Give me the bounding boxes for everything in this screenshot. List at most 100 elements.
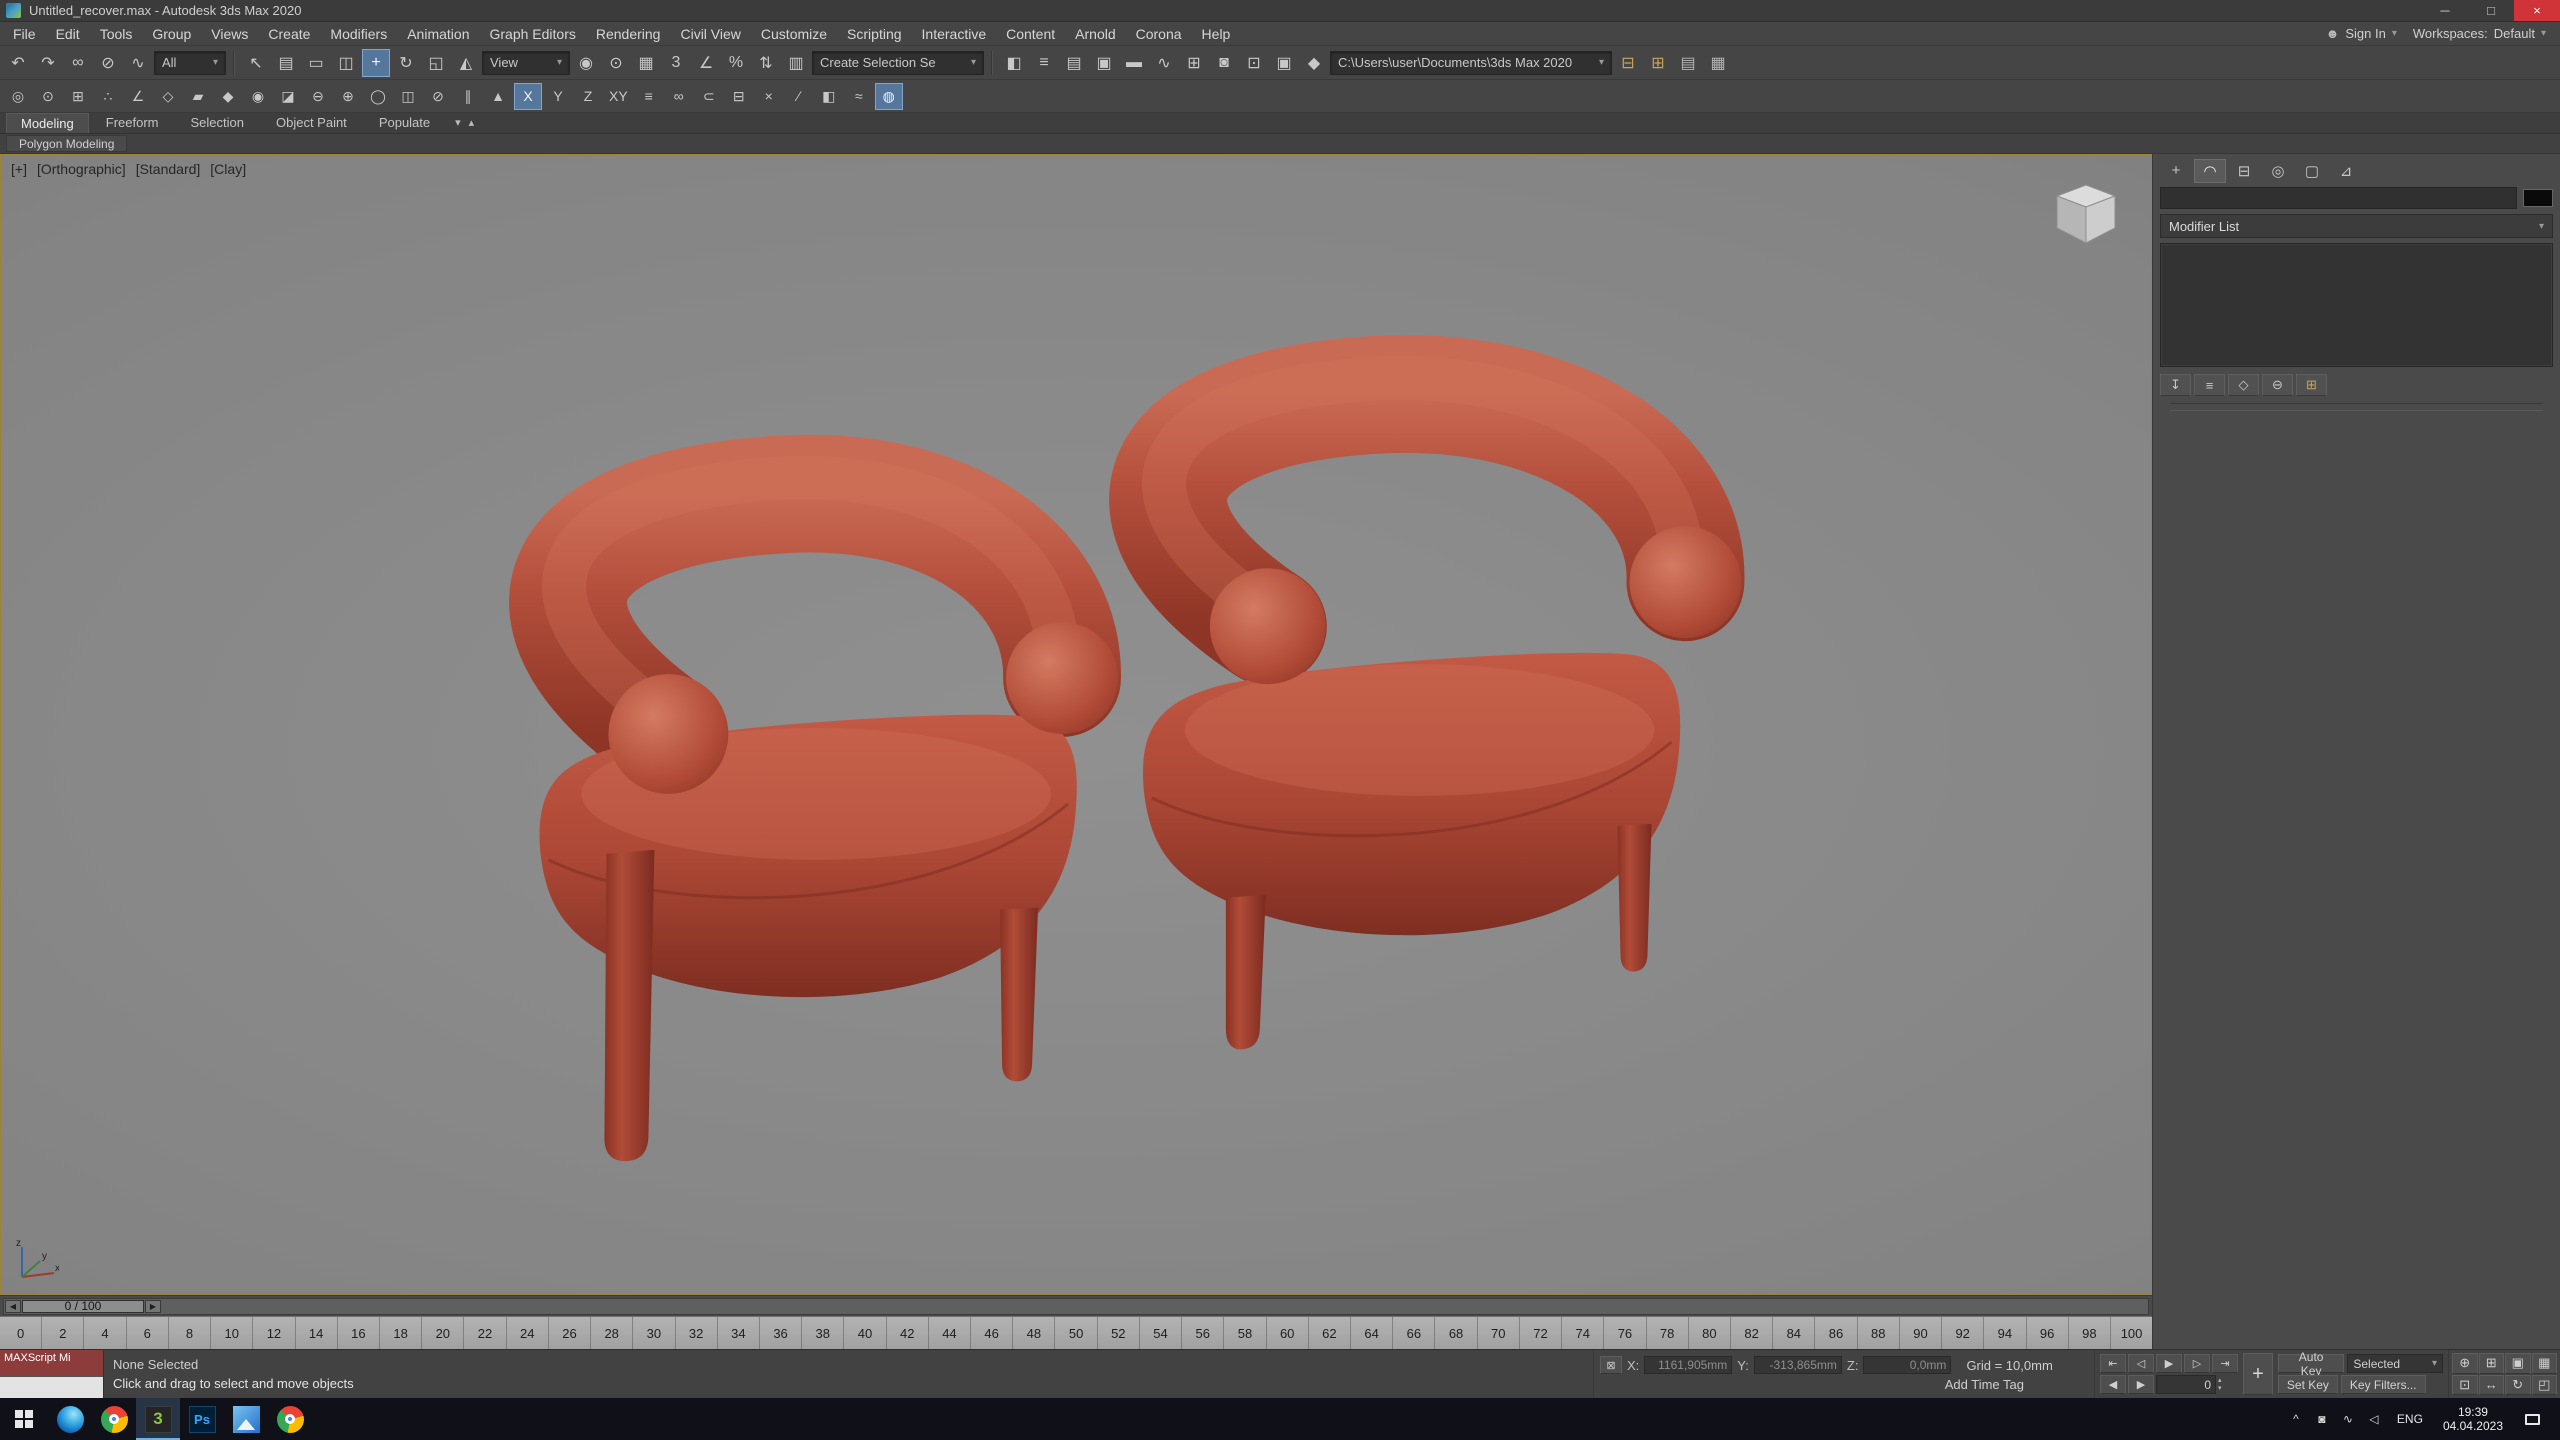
taskbar-clock[interactable]: 19:39 04.04.2023 xyxy=(2434,1405,2512,1433)
maxscript-listener-input[interactable] xyxy=(0,1375,103,1398)
time-slider-prev-arrow[interactable]: ◀ xyxy=(5,1299,21,1313)
selected-dropdown[interactable]: Selected ▾ xyxy=(2347,1354,2443,1373)
spinner-down-icon[interactable]: ▾ xyxy=(2218,1385,2222,1393)
scene-explorer-icon[interactable]: ▤ xyxy=(1060,49,1088,77)
asset-tracking-icon[interactable]: ▤ xyxy=(1674,49,1702,77)
vertex-mode-icon[interactable]: ∴ xyxy=(94,83,122,110)
select-and-link-icon[interactable]: ∞ xyxy=(64,49,92,77)
remove-modifier-icon[interactable]: ⊖ xyxy=(2262,374,2293,396)
maximize-viewport-icon[interactable]: ◰ xyxy=(2531,1374,2557,1395)
detach-icon[interactable]: ⊂ xyxy=(695,83,723,110)
slice-plane-icon[interactable]: ⊟ xyxy=(725,83,753,110)
chair-left[interactable] xyxy=(509,434,1121,1162)
set-key-button[interactable]: Set Key xyxy=(2277,1375,2338,1394)
selection-filter-dropdown[interactable]: All ▾ xyxy=(154,50,226,75)
timeline-ruler[interactable]: 0 2 4 6 8 10 12 14 16 18 20 22 24 26 28 30 32 34 36 38 40 42 4… xyxy=(0,1316,2152,1349)
time-slider-handle[interactable]: 0 / 100 xyxy=(22,1299,144,1313)
x-coordinate-field[interactable]: 1161,905mm xyxy=(1644,1356,1733,1374)
tray-network-icon[interactable]: ∿ xyxy=(2336,1412,2360,1426)
timeline-tick[interactable]: 30 xyxy=(632,1317,674,1349)
timeline-tick[interactable]: 94 xyxy=(1983,1317,2025,1349)
timeline-tick[interactable]: 44 xyxy=(927,1317,970,1349)
timeline-tick[interactable]: 20 xyxy=(421,1317,463,1349)
border-mode-icon[interactable]: ◇ xyxy=(154,83,182,110)
menu-tools[interactable]: Tools xyxy=(91,26,142,42)
pan-icon[interactable]: ↔ xyxy=(2478,1374,2504,1395)
action-center-button[interactable] xyxy=(2514,1413,2550,1425)
menu-animation[interactable]: Animation xyxy=(398,26,478,42)
timeline-tick[interactable]: 74 xyxy=(1561,1317,1603,1349)
edge-mode-icon[interactable]: ∠ xyxy=(124,83,152,110)
timeline-tick[interactable]: 0 xyxy=(0,1317,41,1349)
timeline-tick[interactable]: 54 xyxy=(1138,1317,1181,1349)
zoom-all-icon[interactable]: ⊞ xyxy=(2478,1353,2504,1374)
viewport[interactable]: [+] [Orthographic] [Standard] [Clay] z y xyxy=(0,154,2152,1295)
selection-region-icon[interactable]: ▭ xyxy=(302,49,330,77)
ribbon-tab-selection[interactable]: Selection xyxy=(176,112,259,133)
frame-spinner[interactable]: ▴ ▾ xyxy=(2218,1377,2222,1392)
select-object-icon[interactable]: ↖ xyxy=(242,49,270,77)
grow-selection-icon[interactable]: ⊕ xyxy=(334,83,362,110)
previous-frame-icon[interactable]: ◁ xyxy=(2128,1354,2154,1373)
timeline-tick[interactable]: 14 xyxy=(294,1317,337,1349)
keyboard-override-icon[interactable]: ▦ xyxy=(632,49,660,77)
render-setup-icon[interactable]: ⊡ xyxy=(1240,49,1268,77)
ribbon-tab-populate[interactable]: Populate xyxy=(364,112,445,133)
play-icon[interactable]: ▶ xyxy=(2156,1354,2182,1373)
previous-key-icon[interactable]: ◀ xyxy=(2100,1375,2126,1394)
timeline-tick[interactable]: 68 xyxy=(1434,1317,1476,1349)
object-color-swatch[interactable] xyxy=(2523,188,2553,207)
bind-to-space-warp-icon[interactable]: ∿ xyxy=(124,49,152,77)
select-and-place-icon[interactable]: ◭ xyxy=(452,49,480,77)
viewport-shading-menu[interactable]: [Clay] xyxy=(210,161,246,177)
timeline-tick[interactable]: 24 xyxy=(505,1317,548,1349)
ribbon-toggle-icon[interactable]: ▬ xyxy=(1120,49,1148,77)
make-unique-icon[interactable]: ◇ xyxy=(2228,374,2259,396)
constraint-edge-icon[interactable]: ∥ xyxy=(454,83,482,110)
set-keys-button[interactable]: + xyxy=(2243,1353,2273,1395)
menu-modifiers[interactable]: Modifiers xyxy=(321,26,396,42)
timeline-tick[interactable]: 34 xyxy=(716,1317,759,1349)
timeline-tick[interactable]: 86 xyxy=(1814,1317,1856,1349)
polygon-modeling-panel-button[interactable]: Polygon Modeling xyxy=(6,135,128,152)
collapse-icon[interactable]: ≡ xyxy=(635,83,663,110)
timeline-tick[interactable]: 66 xyxy=(1392,1317,1434,1349)
zoom-extents-all-icon[interactable]: ▦ xyxy=(2531,1353,2557,1374)
select-and-rotate-icon[interactable]: ↻ xyxy=(392,49,420,77)
menu-edit[interactable]: Edit xyxy=(47,26,89,42)
maximize-button[interactable]: □ xyxy=(2468,0,2514,21)
taskbar-chrome2-button[interactable] xyxy=(268,1398,312,1440)
pivot-point-icon[interactable]: ◎ xyxy=(4,83,32,110)
sign-in-button[interactable]: ☻ Sign In ▾ xyxy=(2326,26,2397,41)
add-time-tag-button[interactable]: Add Time Tag xyxy=(1945,1377,2024,1392)
transform-gizmo-icon[interactable]: ⊞ xyxy=(64,83,92,110)
quick-slice-icon[interactable]: ∕ xyxy=(785,83,813,110)
zoom-region-icon[interactable]: ⊡ xyxy=(2452,1374,2478,1395)
ribbon-tab-object-paint[interactable]: Object Paint xyxy=(261,112,362,133)
tray-security-icon[interactable]: ◙ xyxy=(2310,1412,2334,1426)
timeline-tick[interactable]: 100 xyxy=(2109,1317,2152,1349)
tray-expand-icon[interactable]: ^ xyxy=(2284,1412,2308,1426)
timeline-tick[interactable]: 88 xyxy=(1856,1317,1899,1349)
menu-create[interactable]: Create xyxy=(259,26,319,42)
start-button[interactable] xyxy=(0,1398,48,1440)
undo-icon[interactable]: ↶ xyxy=(4,49,32,77)
timeline-tick[interactable]: 42 xyxy=(885,1317,928,1349)
project-path-dropdown[interactable]: C:\Users\user\Documents\3ds Max 2020 ▾ xyxy=(1330,50,1612,75)
constraint-face-icon[interactable]: ▲ xyxy=(484,83,512,110)
rollout-splitter[interactable] xyxy=(2170,403,2543,411)
pin-stack-icon[interactable]: ↧ xyxy=(2160,374,2191,396)
timeline-tick[interactable]: 50 xyxy=(1054,1317,1096,1349)
modifier-list-dropdown[interactable]: Modifier List ▾ xyxy=(2160,214,2553,238)
time-slider-next-arrow[interactable]: ▶ xyxy=(145,1299,161,1313)
viewport-pov-menu[interactable]: [Orthographic] xyxy=(37,161,126,177)
layer-explorer-icon[interactable]: ▣ xyxy=(1090,49,1118,77)
modifier-stack[interactable] xyxy=(2160,243,2553,367)
timeline-tick[interactable]: 98 xyxy=(2067,1317,2110,1349)
timeline-tick[interactable]: 8 xyxy=(167,1317,210,1349)
next-key-icon[interactable]: ▶ xyxy=(2128,1375,2154,1394)
open-folder-icon[interactable]: ⊞ xyxy=(1644,49,1672,77)
timeline-tick[interactable]: 4 xyxy=(83,1317,125,1349)
create-selection-set-dropdown[interactable]: Create Selection Se ▾ xyxy=(812,50,984,75)
menu-rendering[interactable]: Rendering xyxy=(587,26,670,42)
